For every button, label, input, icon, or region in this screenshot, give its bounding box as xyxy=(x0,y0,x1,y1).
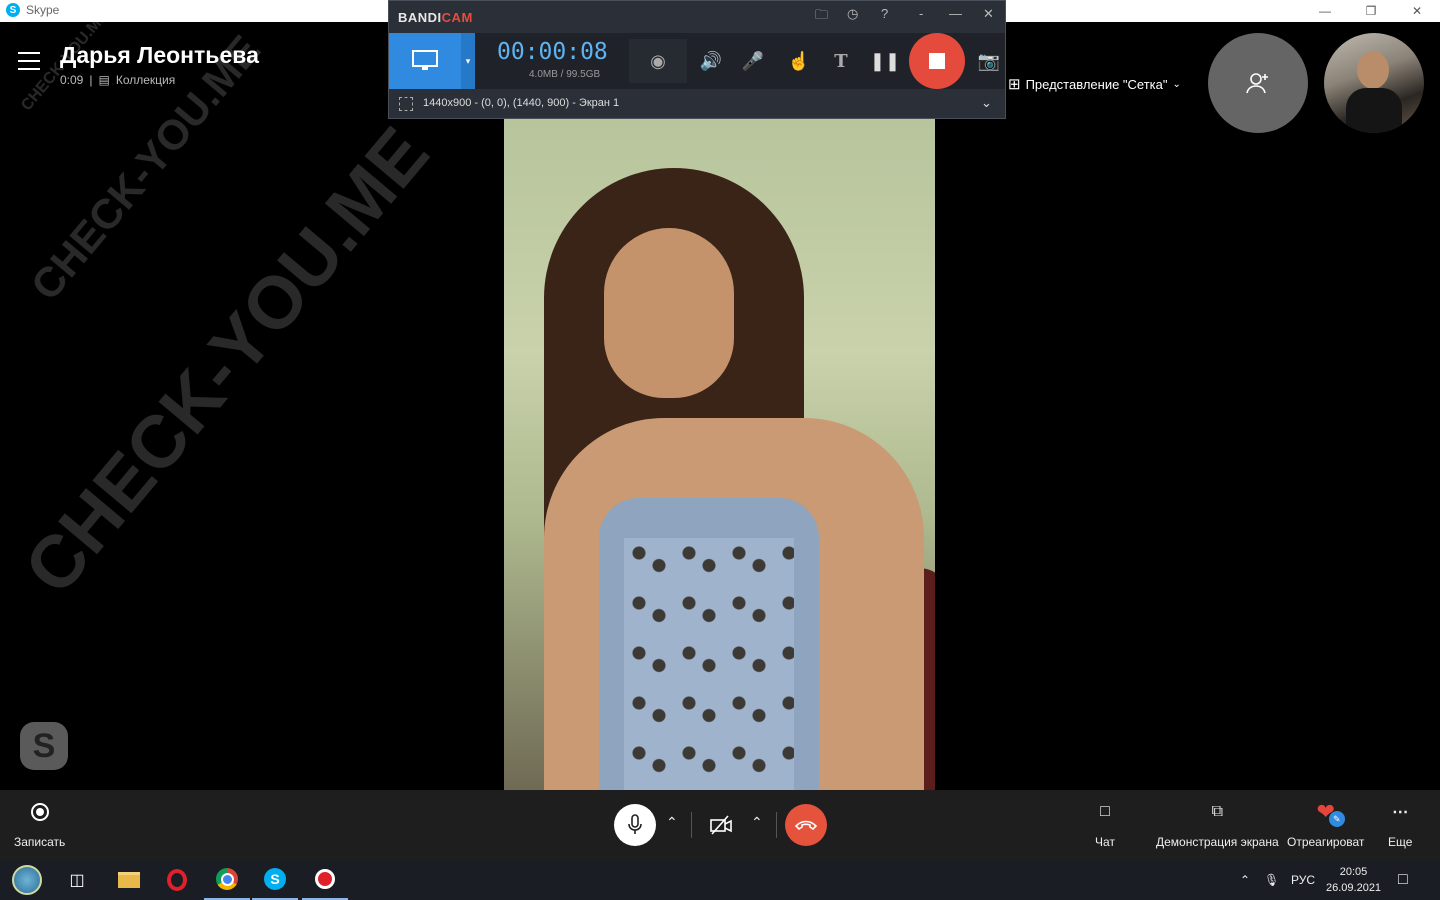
opera-icon xyxy=(167,869,187,891)
record-button[interactable]: Записать xyxy=(14,790,65,860)
folder-icon xyxy=(118,872,140,888)
close-button[interactable]: ✕ xyxy=(1394,0,1440,22)
camera-off-icon xyxy=(710,815,732,835)
react-button[interactable]: ❤ ✎ Отреагироват xyxy=(1287,790,1364,860)
start-button[interactable] xyxy=(4,860,50,900)
record-size: 4.0MB / 99.5GB xyxy=(529,69,601,80)
minimize-button[interactable]: — xyxy=(1302,0,1348,22)
self-view-avatar[interactable] xyxy=(1324,33,1424,133)
more-label: Еще xyxy=(1388,835,1413,849)
notification-icon[interactable]: □ xyxy=(1398,860,1408,900)
record-timer: 00:00:08 xyxy=(497,39,608,65)
capture-region: 1440x900 - (0, 0), (1440, 900) - Экран 1 xyxy=(423,97,620,109)
grid-view-toggle[interactable]: ⊞ Представление "Сетка" ⌄ xyxy=(1008,75,1181,93)
webcam-icon[interactable]: ◉ xyxy=(629,39,687,83)
opera-button[interactable] xyxy=(154,860,200,900)
chat-icon: □ xyxy=(1100,803,1110,820)
gallery-icon: ▤ xyxy=(98,73,110,87)
bandicam-minimize-button[interactable]: — xyxy=(949,6,962,21)
skype-icon: S xyxy=(264,868,286,890)
region-icon xyxy=(399,97,413,111)
mode-dropdown-icon[interactable]: ▾ xyxy=(461,33,475,89)
help-icon[interactable]: ? xyxy=(881,6,888,21)
expand-icon[interactable]: ⌄ xyxy=(981,95,992,111)
bandicam-taskbar-button[interactable] xyxy=(302,860,348,900)
monitor-icon xyxy=(412,50,438,70)
add-participant-button[interactable] xyxy=(1208,33,1308,133)
mic-options-chevron-icon[interactable]: ⌃ xyxy=(666,814,678,831)
chrome-button[interactable] xyxy=(204,860,250,900)
record-icon xyxy=(315,869,335,889)
hang-up-button[interactable] xyxy=(785,804,827,846)
collapse-icon[interactable]: - xyxy=(919,6,923,21)
clock-icon[interactable]: ◷ xyxy=(847,6,858,22)
app-title: S Skype xyxy=(6,3,59,17)
chat-button[interactable]: □ Чат xyxy=(1094,790,1116,860)
language-indicator[interactable]: РУС xyxy=(1291,860,1315,900)
chevron-down-icon: ⌄ xyxy=(1172,78,1181,90)
clock[interactable]: 20:05 26.09.2021 xyxy=(1326,860,1381,900)
app-title-label: Skype xyxy=(26,3,60,17)
folder-icon[interactable]: 🗀 xyxy=(815,6,828,28)
record-icon xyxy=(29,801,51,823)
microphone-tray-icon[interactable]: 🎙 xyxy=(1264,860,1279,900)
gallery-link[interactable]: Коллекция xyxy=(116,73,175,87)
restore-button[interactable]: ❐ xyxy=(1348,0,1394,22)
camera-toggle-button[interactable] xyxy=(702,804,740,846)
skype-logo-icon: S xyxy=(20,722,68,770)
skype-icon: S xyxy=(6,3,20,17)
grid-icon: ⊞ xyxy=(1008,76,1021,93)
edit-badge-icon: ✎ xyxy=(1328,811,1345,827)
screenshot-icon[interactable]: 📷 xyxy=(975,47,1003,75)
heart-icon: ❤ ✎ xyxy=(1315,799,1345,827)
chrome-icon xyxy=(216,868,238,890)
pause-icon[interactable]: ❚❚ xyxy=(870,47,900,75)
tray-expand-icon[interactable]: ⌃ xyxy=(1240,860,1250,900)
task-view-icon: ◫ xyxy=(69,872,85,889)
clock-date: 26.09.2021 xyxy=(1326,882,1382,894)
bandicam-close-button[interactable]: ✕ xyxy=(983,6,994,22)
speaker-icon[interactable]: 🔊 xyxy=(697,47,725,75)
call-info: 0:09 | ▤ Коллекция xyxy=(60,73,176,87)
grid-view-label: Представление "Сетка" xyxy=(1025,76,1168,92)
skype-taskbar-button[interactable]: S xyxy=(252,860,298,900)
watermark-large: CHECK-YOU.ME xyxy=(8,111,445,610)
start-orb-icon xyxy=(12,865,42,895)
bandicam-logo: BANDICAM xyxy=(398,10,473,25)
screen-mode-button[interactable] xyxy=(389,33,461,89)
ellipsis-icon: ⋯ xyxy=(1392,804,1409,821)
file-explorer-button[interactable] xyxy=(106,860,152,900)
call-controls: Записать ⌃ ⌃ □ Чат ⧉ Демонстрация экрана… xyxy=(0,790,1440,860)
cursor-effect-icon[interactable]: ☝ xyxy=(785,47,813,75)
camera-options-chevron-icon[interactable]: ⌃ xyxy=(751,814,763,831)
more-button[interactable]: ⋯ Еще xyxy=(1388,790,1412,860)
share-screen-icon: ⧉ xyxy=(1211,803,1224,820)
bandicam-window: BANDICAM 🗀 ◷ ? - — ✕ ▾ 00:00:08 4.0MB / … xyxy=(388,0,1006,119)
taskbar: ◫ S ⌃ 🎙 РУС 20:05 26.09.2021 □ xyxy=(0,860,1440,900)
text-overlay-icon[interactable]: T xyxy=(827,47,855,75)
task-view-button[interactable]: ◫ xyxy=(54,860,100,900)
share-screen-label: Демонстрация экрана xyxy=(1156,835,1279,849)
menu-icon[interactable] xyxy=(18,52,40,70)
microphone-icon[interactable]: 🎤 xyxy=(739,47,767,75)
react-label: Отреагироват xyxy=(1287,835,1365,849)
stop-record-button[interactable] xyxy=(909,33,965,89)
video-feed xyxy=(504,118,935,790)
add-person-icon xyxy=(1246,73,1268,94)
phone-hangup-icon xyxy=(795,820,817,831)
microphone-icon xyxy=(628,814,642,834)
chat-label: Чат xyxy=(1095,835,1115,849)
mute-button[interactable] xyxy=(614,804,656,846)
share-screen-button[interactable]: ⧉ Демонстрация экрана xyxy=(1156,790,1279,860)
record-label: Записать xyxy=(14,835,66,849)
clock-time: 20:05 xyxy=(1339,866,1368,878)
